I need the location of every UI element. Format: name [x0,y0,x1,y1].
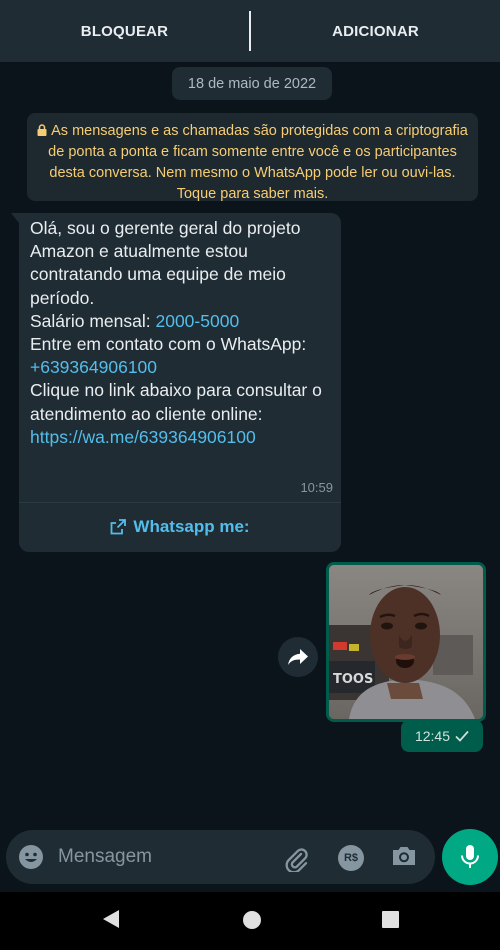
salary-value[interactable]: 2000-5000 [155,311,239,331]
block-button[interactable]: BLOQUEAR [0,23,249,40]
wa-me-link[interactable]: https://wa.me/639364906100 [30,427,256,447]
whatsapp-me-label: Whatsapp me: [133,517,250,536]
message-time: 10:59 [300,480,333,495]
bubble-tail [11,213,19,223]
add-contact-button[interactable]: ADICIONAR [251,23,500,40]
microphone-icon [461,845,479,868]
mic-button[interactable] [442,829,498,885]
outgoing-time-badge: 12:45 [401,720,483,752]
outgoing-time: 12:45 [414,728,451,744]
payment-button[interactable]: R$ [338,845,364,871]
paperclip-icon [285,848,308,874]
forward-icon [288,649,308,665]
svg-text:TOOS: TOOS [333,672,373,687]
system-navigation-bar [0,892,500,950]
message-composer: R$ [6,830,435,884]
external-link-icon [111,519,127,535]
date-separator: 18 de maio de 2022 [172,67,332,100]
back-triangle-icon [103,910,119,928]
chat-action-bar: BLOQUEAR ADICIONAR [0,0,500,62]
salary-label: Salário mensal: [30,310,156,331]
click-instruction: Clique no link abaixo para consultar o a… [30,380,322,424]
message-intro: Olá, sou o gerente geral do projeto Amaz… [30,218,301,308]
message-divider [19,502,341,503]
camera-icon [393,847,415,865]
lock-icon [37,124,47,136]
sent-check-icon [455,730,469,742]
incoming-message[interactable]: Olá, sou o gerente geral do projeto Amaz… [11,213,341,552]
nav-home-button[interactable] [243,911,261,929]
whatsapp-me-button[interactable]: Whatsapp me: [19,504,341,550]
encryption-notice-text: As mensagens e as chamadas são protegida… [48,123,468,202]
nav-recents-button[interactable] [382,911,399,928]
message-text: Olá, sou o gerente geral do projeto Amaz… [30,217,335,449]
phone-link[interactable]: +639364906100 [30,357,157,377]
emoji-icon [19,845,43,869]
camera-button[interactable] [391,844,417,873]
message-input[interactable] [58,840,268,874]
emoji-button[interactable] [18,844,44,875]
encryption-notice[interactable]: As mensagens e as chamadas são protegida… [27,113,478,202]
nav-back-button[interactable] [102,909,120,934]
attach-button[interactable] [282,844,310,877]
photo-thumbnail[interactable]: TOOS [329,565,483,719]
contact-label: Entre em contato com o WhatsApp: [30,334,307,355]
forward-button[interactable] [278,637,318,677]
image-message[interactable]: TOOS [326,562,486,722]
